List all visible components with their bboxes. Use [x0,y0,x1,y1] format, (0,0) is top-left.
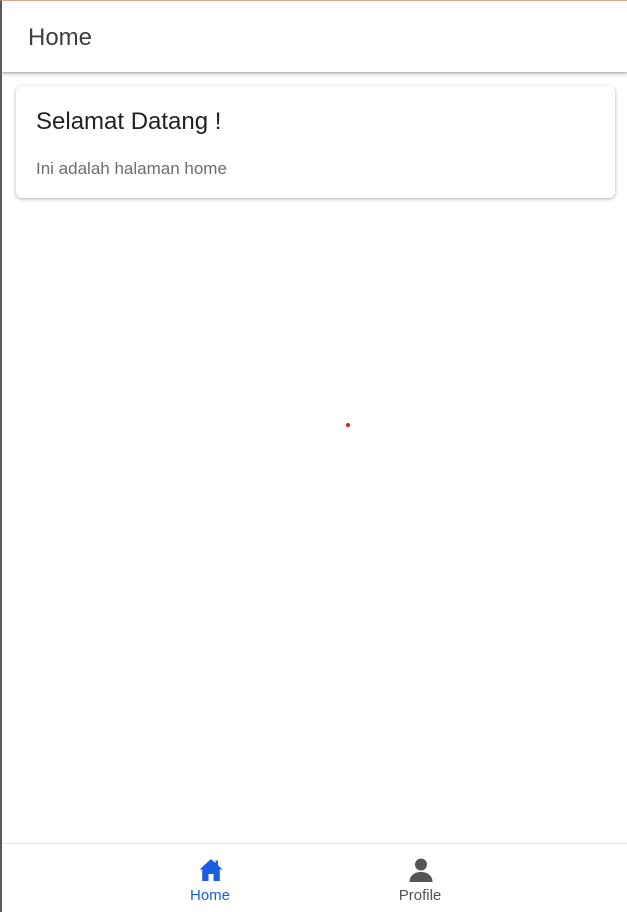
top-app-bar: Home [2,1,627,72]
card-title: Selamat Datang ! [36,108,222,135]
tab-home[interactable]: Home [150,844,270,912]
page-title: Home [28,24,93,51]
card-subtitle: Ini adalah halaman home [36,159,227,178]
main-content: Selamat Datang ! Ini adalah halaman home [2,72,627,843]
person-icon [409,858,433,882]
home-icon [199,859,223,881]
red-dot-marker [346,423,350,427]
tab-profile-label: Profile [398,887,442,904]
tab-profile[interactable]: Profile [360,844,480,912]
welcome-card: Selamat Datang ! Ini adalah halaman home [16,86,615,198]
tab-home-label: Home [189,887,230,904]
bottom-tab-bar: Home Profile [2,843,627,912]
app-window: Home Selamat Datang ! Ini adalah halaman… [0,0,627,912]
